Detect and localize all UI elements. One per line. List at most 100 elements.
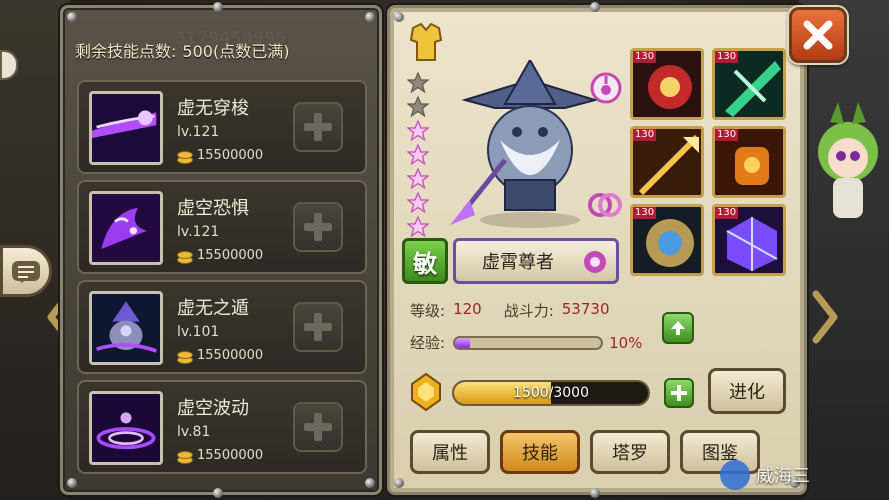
coin-icon (177, 350, 193, 364)
close-button[interactable] (789, 7, 847, 63)
class-badge: 敏 (402, 238, 448, 284)
skill-cost: 15500000 (177, 248, 264, 264)
upgrade-skill-button[interactable] (293, 402, 343, 452)
equipment-slot[interactable]: 130 (630, 126, 704, 198)
background-right (799, 0, 889, 500)
evolve-progress-bar: 1500/3000 (452, 380, 650, 406)
upgrade-skill-button[interactable] (293, 102, 343, 152)
hero-stats: 等级: 120 战斗力: 53730 (410, 300, 609, 321)
armor-type-icon (407, 22, 445, 62)
star-lit-icon (407, 216, 429, 238)
equipment-level: 130 (633, 51, 657, 63)
skill-level: lv.101 (177, 324, 220, 340)
power-label: 战斗力: (503, 302, 554, 320)
star-empty-icon (407, 72, 429, 94)
skill-cost: 15500000 (177, 148, 264, 164)
skill-card[interactable]: 虚空恐惧 lv.121 15500000 (77, 180, 367, 274)
upgrade-skill-button[interactable] (293, 202, 343, 252)
next-hero-arrow[interactable] (810, 290, 840, 344)
purple-spirit-icon (89, 191, 163, 265)
skill-card[interactable]: 虚无穿梭 lv.121 15500000 (77, 80, 367, 174)
watermark-logo-icon (720, 460, 750, 490)
plus-icon (671, 385, 687, 401)
close-icon (803, 20, 833, 50)
level-up-button[interactable] (662, 312, 694, 344)
equipment-slot[interactable]: 130 (712, 48, 786, 120)
faded-header-text: 3179458999 (175, 28, 287, 47)
skill-name: 虚无穿梭 (177, 98, 249, 119)
equipment-level: 130 (715, 51, 739, 63)
equipment-slot[interactable]: 130 (630, 204, 704, 276)
skill-points-header: 3179458999 剩余技能点数: 500(点数已满) (75, 28, 370, 62)
hero-tabs: 属性 技能 塔罗 图鉴 (410, 430, 760, 474)
skill-name: 虚空波动 (177, 398, 249, 419)
companion-character (808, 92, 880, 242)
tab-skills[interactable]: 技能 (500, 430, 580, 474)
coin-icon (177, 450, 193, 464)
skill-cost-value: 15500000 (197, 348, 264, 363)
star-lit-icon (407, 168, 429, 190)
skill-cost: 15500000 (177, 348, 264, 364)
coin-icon (177, 150, 193, 164)
skill-level: lv.121 (177, 124, 220, 140)
skill-card[interactable]: 虚空波动 lv.81 15500000 (77, 380, 367, 474)
coin-icon (177, 250, 193, 264)
watermark-text: 威海三 (756, 466, 810, 487)
skill-cost-value: 15500000 (197, 448, 264, 463)
skill-name: 虚空恐惧 (177, 198, 249, 219)
equipment-level: 130 (633, 207, 657, 219)
plus-icon (304, 413, 332, 441)
evolve-button[interactable]: 进化 (708, 368, 786, 414)
skill-name: 虚无之遁 (177, 298, 249, 319)
plus-icon (304, 313, 332, 341)
skill-level: lv.81 (177, 424, 211, 440)
equipment-slot[interactable]: 130 (712, 126, 786, 198)
equipment-level: 130 (715, 207, 739, 219)
favorite-icon[interactable] (590, 72, 622, 104)
star-rating (407, 72, 431, 240)
skill-card[interactable]: 虚无之遁 lv.101 15500000 (77, 280, 367, 374)
plus-icon (304, 213, 332, 241)
purple-wave-icon (89, 391, 163, 465)
skill-cost-value: 15500000 (197, 148, 264, 163)
add-material-button[interactable] (664, 378, 694, 408)
tab-tarot[interactable]: 塔罗 (590, 430, 670, 474)
tab-attributes[interactable]: 属性 (410, 430, 490, 474)
star-empty-icon (407, 96, 429, 118)
skill-cost: 15500000 (177, 448, 264, 464)
equipment-level: 130 (633, 129, 657, 141)
watermark: 威海三 (720, 460, 810, 490)
equipment-slot[interactable]: 130 (630, 48, 704, 120)
level-label: 等级: (410, 302, 446, 320)
shadow-mage-icon (89, 291, 163, 365)
exp-percent: 10% (609, 333, 643, 352)
upgrade-skill-button[interactable] (293, 302, 343, 352)
arrow-up-icon (671, 321, 685, 335)
exp-bar (453, 335, 604, 350)
level-value: 120 (453, 300, 482, 318)
skill-list: 虚无穿梭 lv.121 15500000 虚空恐惧 lv.121 1550000… (77, 80, 367, 480)
exp-row: 经验: 10% (410, 332, 642, 353)
equipment-level: 130 (715, 129, 739, 141)
faction-emblem-icon (584, 251, 606, 273)
purple-comet-icon (89, 91, 163, 165)
star-lit-icon (407, 192, 429, 214)
chat-icon (12, 261, 40, 283)
skills-panel: 3179458999 剩余技能点数: 500(点数已满) 虚无穿梭 lv.121… (60, 2, 382, 498)
skill-cost-value: 15500000 (197, 248, 264, 263)
plus-icon (304, 113, 332, 141)
hero-name: 虚霄尊者 (482, 252, 554, 273)
power-value: 53730 (561, 300, 610, 318)
evolve-progress-text: 1500/3000 (513, 385, 589, 401)
exp-fill (455, 337, 470, 348)
hero-name-plate: 虚霄尊者 (453, 238, 619, 284)
equipment-grid: 130 130 130 130 130 130 (630, 48, 790, 278)
swap-icon[interactable] (588, 190, 622, 220)
star-lit-icon (407, 144, 429, 166)
star-lit-icon (407, 120, 429, 142)
skill-points-label: 剩余技能点数: (75, 42, 177, 61)
skill-level: lv.121 (177, 224, 220, 240)
exp-label: 经验: (410, 334, 446, 352)
equipment-slot[interactable]: 130 (712, 204, 786, 276)
evolve-crystal-icon (408, 372, 444, 412)
